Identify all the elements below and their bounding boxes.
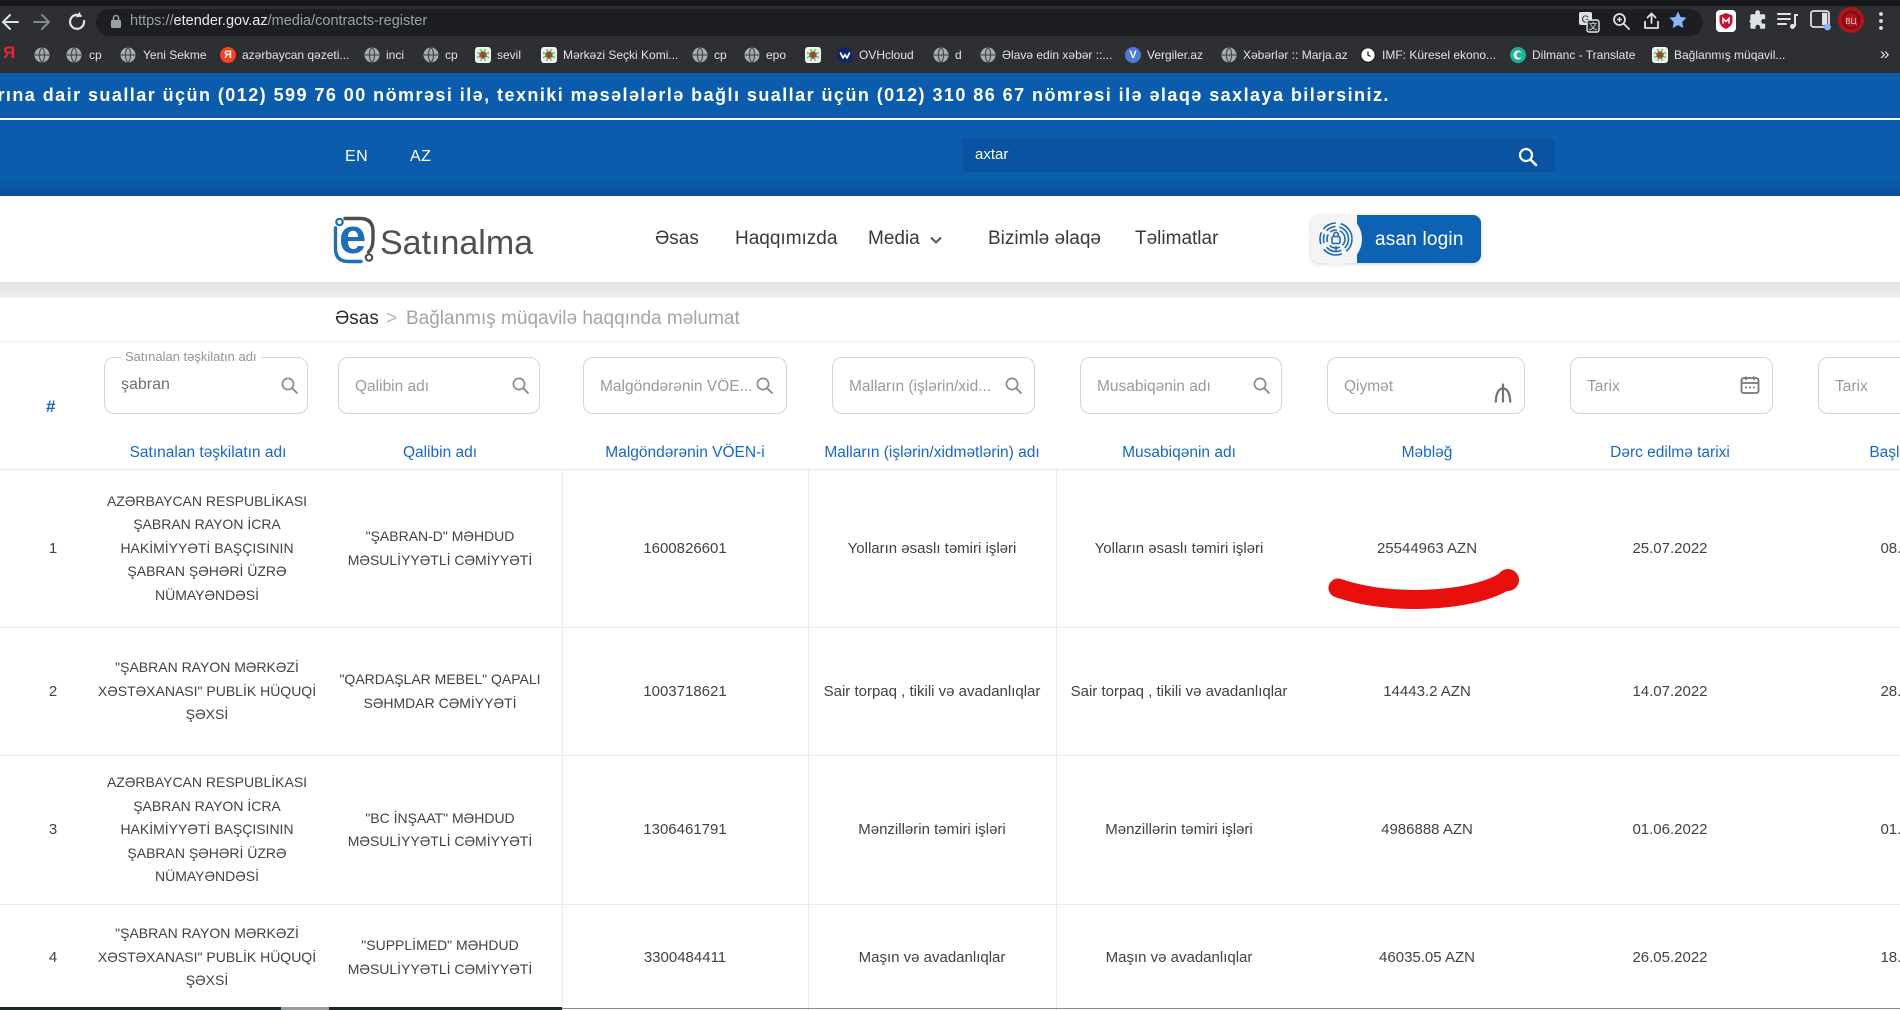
- svg-text:Satınalma: Satınalma: [380, 224, 533, 262]
- svg-text:e: e: [339, 212, 366, 264]
- svg-text:文: 文: [1588, 21, 1597, 32]
- svg-text:ВЦ: ВЦ: [1845, 17, 1856, 26]
